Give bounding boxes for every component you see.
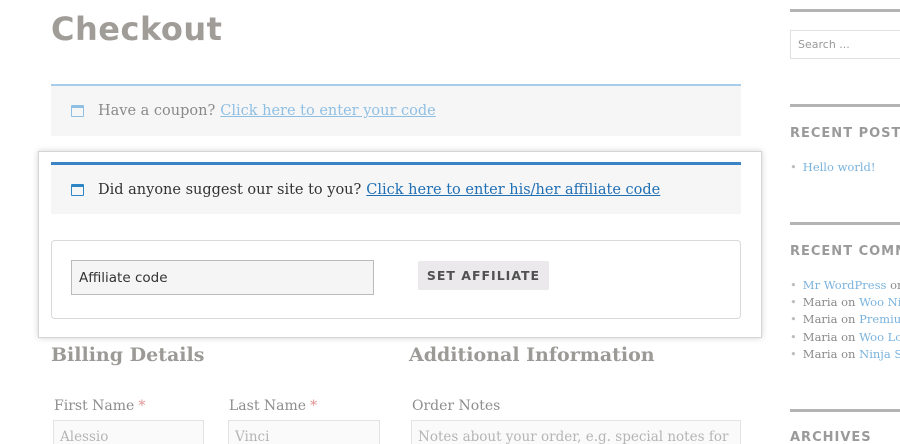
- page-title: Checkout: [51, 10, 223, 48]
- comment-author: Maria: [802, 346, 838, 361]
- required-mark: *: [138, 398, 146, 414]
- coupon-link[interactable]: Click here to enter your code: [220, 103, 435, 119]
- sidebar-divider: [790, 9, 900, 12]
- comment-author-link[interactable]: Mr WordPress: [803, 278, 887, 292]
- coupon-notice: Have a coupon? Click here to enter your …: [51, 84, 741, 136]
- first-name-label: First Name *: [54, 398, 146, 414]
- window-icon: [71, 105, 84, 117]
- affiliate-notice: Did anyone suggest our site to you? Clic…: [51, 162, 741, 214]
- recent-post-link[interactable]: Hello world!: [803, 160, 876, 174]
- affiliate-notice-text: Did anyone suggest our site to you?: [98, 181, 362, 198]
- affiliate-code-input[interactable]: [71, 260, 374, 295]
- recent-comments-heading: RECENT COMM: [790, 244, 900, 259]
- list-item: Maria on Premium: [790, 311, 900, 328]
- comment-author: Maria: [802, 312, 838, 327]
- sidebar-divider: [790, 104, 900, 107]
- billing-details-heading: Billing Details: [51, 344, 205, 366]
- comment-post-link[interactable]: Woo Nin: [859, 295, 900, 309]
- last-name-field[interactable]: Vinci: [228, 420, 380, 444]
- order-notes-label: Order Notes: [412, 398, 501, 414]
- set-affiliate-button[interactable]: SET AFFILIATE: [418, 261, 549, 290]
- list-item: Hello world!: [790, 159, 876, 176]
- sidebar-divider: [790, 222, 900, 225]
- affiliate-link[interactable]: Click here to enter his/her affiliate co…: [366, 182, 660, 198]
- comment-post-link[interactable]: Ninja Sil: [859, 347, 900, 361]
- recent-posts-list: Hello world!: [790, 159, 876, 176]
- required-mark: *: [310, 398, 318, 414]
- comment-author: Maria: [802, 295, 838, 310]
- list-item: Maria on Woo Log: [790, 329, 900, 346]
- window-icon: [71, 183, 84, 196]
- comment-post-link[interactable]: Premium: [859, 312, 900, 326]
- first-name-field[interactable]: Alessio: [53, 420, 204, 444]
- additional-information-heading: Additional Information: [409, 344, 655, 366]
- list-item: Mr WordPress on: [790, 277, 900, 294]
- sidebar-divider: [790, 409, 900, 412]
- archives-heading: ARCHIVES: [790, 430, 872, 444]
- recent-comments-list: Mr WordPress on Maria on Woo Nin Maria o…: [790, 277, 900, 363]
- last-name-label: Last Name *: [229, 398, 318, 414]
- recent-posts-heading: RECENT POSTS: [790, 126, 900, 141]
- sidebar-search-input[interactable]: Search ...: [790, 30, 900, 59]
- list-item: Maria on Ninja Sil: [790, 346, 900, 363]
- affiliate-form: SET AFFILIATE: [51, 240, 741, 319]
- comment-author: Maria: [802, 329, 838, 344]
- comment-post-link[interactable]: Woo Log: [859, 330, 900, 344]
- coupon-notice-text: Have a coupon?: [98, 103, 216, 119]
- order-notes-field[interactable]: Notes about your order, e.g. special not…: [411, 420, 741, 444]
- list-item: Maria on Woo Nin: [790, 294, 900, 311]
